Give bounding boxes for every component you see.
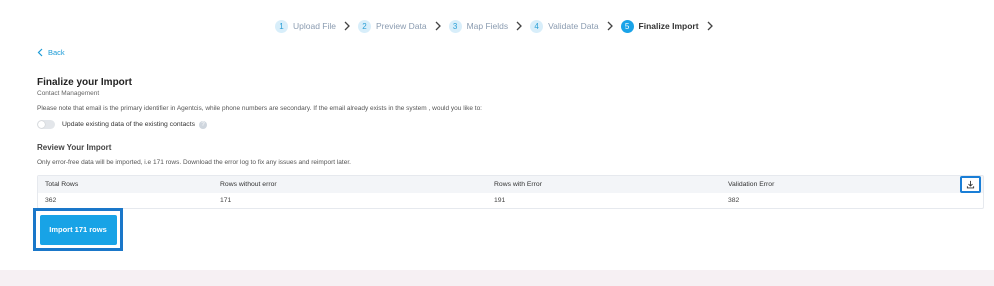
chevron-right-icon — [599, 21, 621, 31]
step-label: Preview Data — [376, 21, 427, 31]
footer-strip — [0, 270, 994, 286]
page-title: Finalize your Import — [37, 77, 133, 88]
chevron-right-icon — [508, 21, 530, 31]
page-subtitle: Contact Management — [37, 90, 100, 97]
step-label: Map Fields — [466, 21, 509, 31]
cell-rows-with-error: 191 — [494, 197, 506, 204]
update-existing-row: Update existing data of the existing con… — [37, 120, 207, 129]
header-rows-without-error: Rows without error — [220, 181, 277, 188]
cell-total-rows: 362 — [45, 197, 57, 204]
chevron-right-icon — [336, 21, 358, 31]
step-label: Finalize Import — [638, 21, 699, 31]
table-row: 362 171 191 382 — [38, 193, 983, 208]
step-map-fields[interactable]: 3 Map Fields — [448, 19, 509, 33]
header-validation-error: Validation Error — [728, 181, 775, 188]
step-label: Upload File — [293, 21, 336, 31]
review-table: Total Rows Rows without error Rows with … — [37, 175, 984, 209]
step-upload-file[interactable]: 1 Upload File — [275, 19, 336, 33]
chevron-right-icon — [699, 21, 721, 31]
step-number: 4 — [530, 19, 544, 33]
step-number: 2 — [358, 19, 371, 33]
step-preview-data[interactable]: 2 Preview Data — [358, 19, 427, 33]
chevron-left-icon — [37, 48, 43, 57]
import-stepper: 1 Upload File 2 Preview Data 3 Map Field… — [275, 17, 721, 35]
update-existing-toggle[interactable] — [37, 120, 55, 129]
table-header: Total Rows Rows without error Rows with … — [38, 176, 983, 193]
step-number: 5 — [620, 19, 634, 33]
back-link[interactable]: Back — [37, 48, 65, 57]
step-validate-data[interactable]: 4 Validate Data — [530, 19, 599, 33]
review-title: Review Your Import — [37, 143, 112, 152]
step-finalize-import[interactable]: 5 Finalize Import — [620, 19, 699, 33]
identifier-note: Please note that email is the primary id… — [37, 105, 482, 112]
chevron-right-icon — [427, 21, 449, 31]
header-total-rows: Total Rows — [45, 181, 79, 188]
header-rows-with-error: Rows with Error — [494, 181, 542, 188]
download-icon — [966, 180, 975, 189]
step-number: 3 — [448, 19, 462, 33]
download-error-log-button[interactable] — [960, 176, 981, 193]
toggle-label: Update existing data of the existing con… — [62, 121, 195, 128]
cell-rows-without-error: 171 — [220, 197, 232, 204]
info-icon[interactable]: ? — [199, 120, 207, 129]
step-number: 1 — [275, 19, 288, 33]
back-label: Back — [48, 48, 65, 57]
import-rows-button[interactable]: Import 171 rows — [39, 214, 117, 245]
cell-validation-error: 382 — [728, 197, 740, 204]
import-button-focus-ring: Import 171 rows — [33, 208, 123, 251]
review-note: Only error-free data will be imported, i… — [37, 159, 351, 166]
step-label: Validate Data — [548, 21, 599, 31]
